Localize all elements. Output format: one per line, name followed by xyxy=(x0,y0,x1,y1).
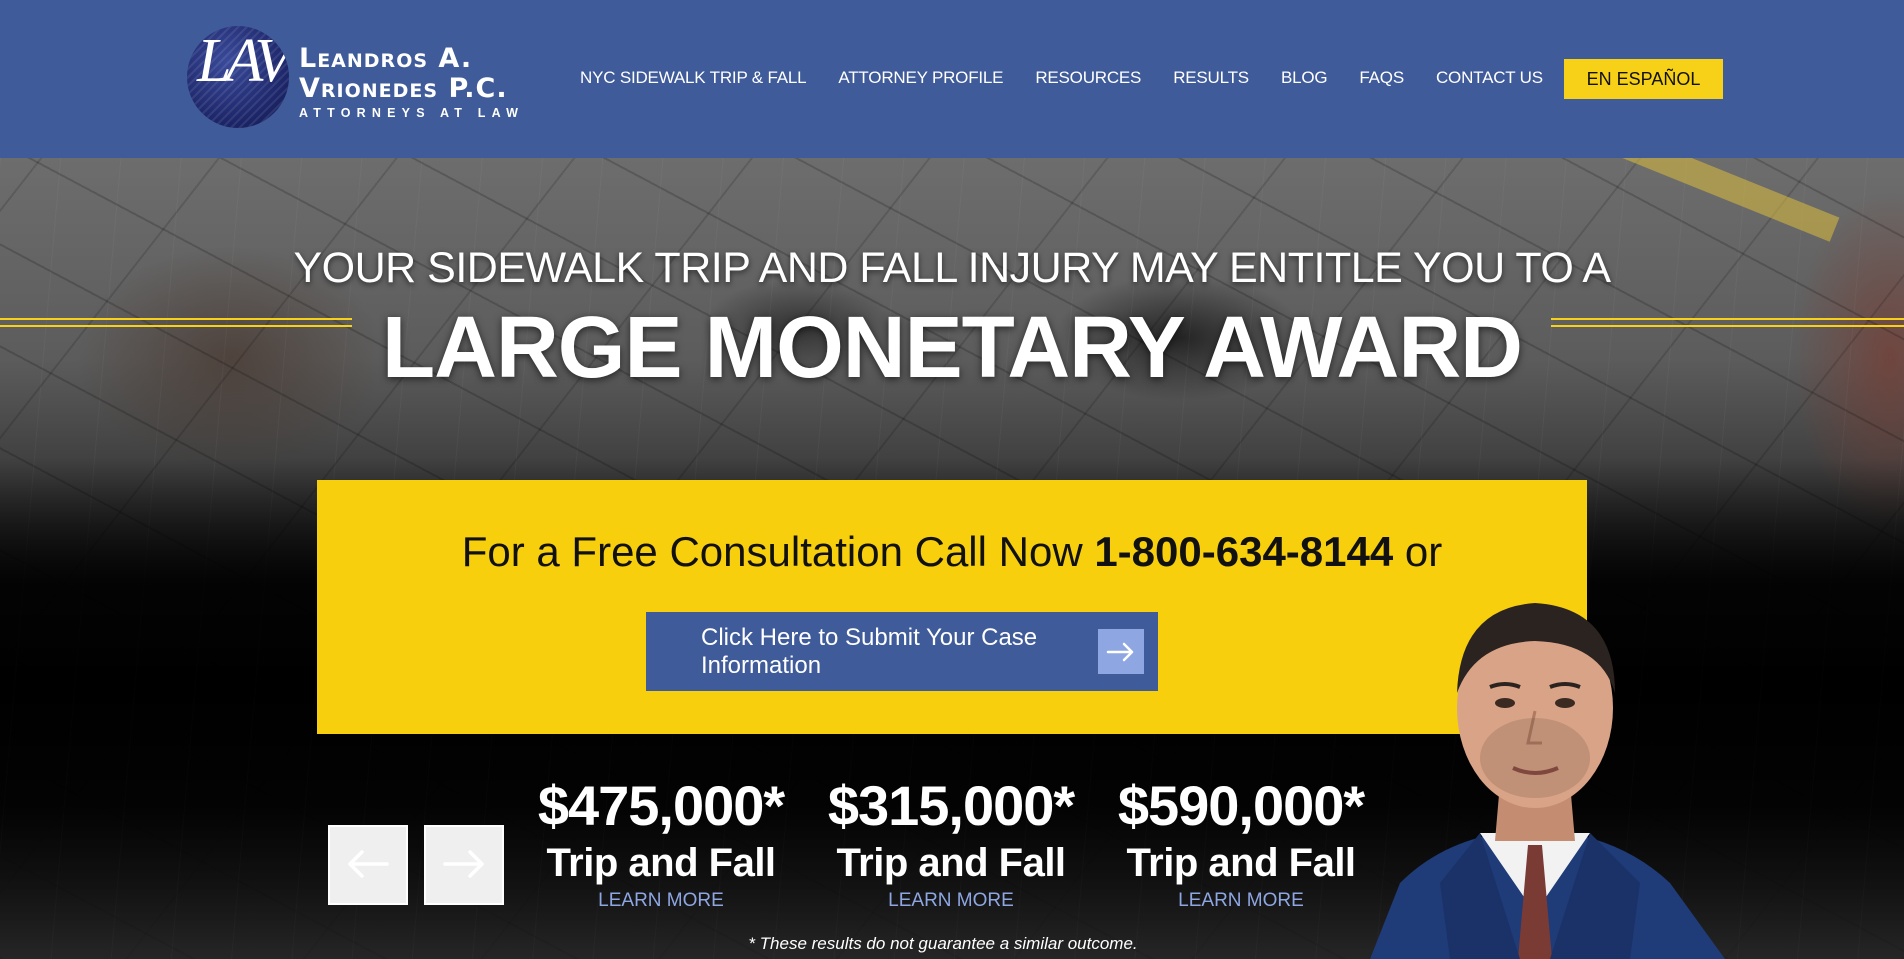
hero-section: YOUR SIDEWALK TRIP AND FALL INJURY MAY E… xyxy=(0,158,1904,959)
nav-item-resources[interactable]: RESOURCES xyxy=(1035,68,1141,88)
result-amount: $590,000* xyxy=(1117,774,1365,837)
nav-item-results[interactable]: RESULTS xyxy=(1173,68,1249,88)
consultation-suffix: or xyxy=(1404,528,1443,575)
results-prev-button[interactable] xyxy=(328,825,408,905)
learn-more-link[interactable]: LEARN MORE xyxy=(1178,890,1304,911)
logo-line-2: Vrionedes P.C. xyxy=(299,73,508,104)
arrow-right-icon xyxy=(443,849,485,881)
logo-monogram: LAV xyxy=(197,27,289,95)
results-next-button[interactable] xyxy=(424,825,504,905)
logo[interactable]: LAV Leandros A. Vrionedes P.C. ATTORNEYS… xyxy=(187,24,527,132)
logo-badge: LAV xyxy=(187,26,289,128)
site-header: LAV Leandros A. Vrionedes P.C. ATTORNEYS… xyxy=(0,0,1904,158)
submit-case-label: Click Here to Submit Your Case Informati… xyxy=(701,623,1038,679)
consultation-text: For a Free Consultation Call Now 1-800-6… xyxy=(317,528,1587,576)
logo-line-3: ATTORNEYS AT LAW xyxy=(299,106,525,120)
result-type: Trip and Fall xyxy=(836,841,1066,885)
hero-title: LARGE MONETARY AWARD xyxy=(381,299,1523,396)
consultation-prefix: For a Free Consultation Call Now xyxy=(461,528,1083,575)
hero-subtitle: YOUR SIDEWALK TRIP AND FALL INJURY MAY E… xyxy=(293,244,1611,292)
results-disclaimer: * These results do not guarantee a simil… xyxy=(0,934,1904,954)
submit-case-button[interactable]: Click Here to Submit Your Case Informati… xyxy=(646,612,1158,691)
main-nav: NYC SIDEWALK TRIP & FALL ATTORNEY PROFIL… xyxy=(580,68,1575,88)
result-card: $315,000* Trip and Fall LEARN MORE xyxy=(806,773,1096,915)
nav-item-contact-us[interactable]: CONTACT US xyxy=(1436,68,1543,88)
learn-more-link[interactable]: LEARN MORE xyxy=(598,890,724,911)
logo-text: Leandros A. Vrionedes P.C. ATTORNEYS AT … xyxy=(299,43,525,121)
result-card: $590,000* Trip and Fall LEARN MORE xyxy=(1096,773,1386,915)
result-type: Trip and Fall xyxy=(546,841,776,885)
disclaimer-text: * These results do not guarantee a simil… xyxy=(748,934,1138,953)
result-card: $475,000* Trip and Fall LEARN MORE xyxy=(516,773,806,915)
nav-item-faqs[interactable]: FAQS xyxy=(1359,68,1404,88)
arrow-right-icon xyxy=(1098,629,1144,674)
nav-item-sidewalk-trip-fall[interactable]: NYC SIDEWALK TRIP & FALL xyxy=(580,68,807,88)
learn-more-link[interactable]: LEARN MORE xyxy=(888,890,1014,911)
phone-number[interactable]: 1-800-634-8144 xyxy=(1094,528,1393,575)
nav-item-blog[interactable]: BLOG xyxy=(1281,68,1328,88)
result-amount: $315,000* xyxy=(827,774,1075,837)
arrow-left-icon xyxy=(347,849,389,881)
result-type: Trip and Fall xyxy=(1126,841,1356,885)
attorney-photo xyxy=(1330,583,1750,959)
logo-line-1: Leandros A. xyxy=(299,43,473,74)
result-amount: $475,000* xyxy=(537,774,785,837)
nav-item-attorney-profile[interactable]: ATTORNEY PROFILE xyxy=(838,68,1003,88)
spanish-language-button[interactable]: EN ESPAÑOL xyxy=(1564,59,1723,99)
